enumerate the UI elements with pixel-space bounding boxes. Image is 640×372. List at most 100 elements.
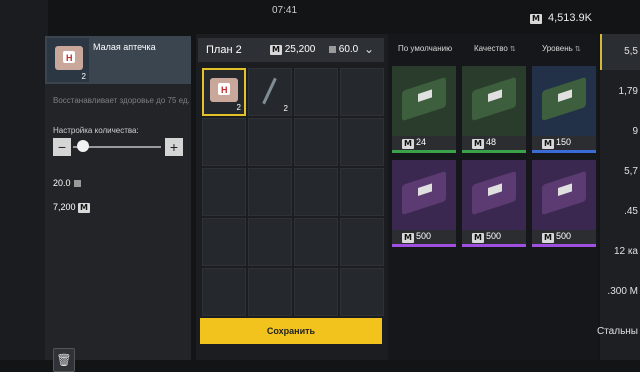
- sort-bar: По умолчанию Качество ⇅ Уровень ⇅: [388, 38, 598, 60]
- sort-quality-label: Качество: [474, 44, 508, 53]
- slot-count: 2: [236, 103, 241, 112]
- plan-slot[interactable]: [248, 168, 292, 216]
- save-button[interactable]: Сохранить: [200, 318, 382, 344]
- plan-slot[interactable]: [340, 268, 384, 316]
- shop-card[interactable]: M 500: [392, 160, 456, 247]
- card-art: [532, 66, 596, 136]
- sort-quality[interactable]: Качество ⇅: [474, 44, 516, 53]
- card-art: [392, 66, 456, 136]
- plan-slot[interactable]: 2: [248, 68, 292, 116]
- card-price: 500: [556, 231, 572, 241]
- shop-card[interactable]: M 150: [532, 66, 596, 153]
- m-coin-icon: M: [530, 14, 542, 24]
- ammo-box-icon: [402, 170, 446, 216]
- plan-slot[interactable]: [294, 68, 338, 116]
- plan-slot[interactable]: [248, 118, 292, 166]
- plan-price: M 25,200: [270, 44, 315, 55]
- card-art: [462, 160, 526, 230]
- sort-default[interactable]: По умолчанию: [398, 44, 452, 53]
- stat-value: 5,5: [624, 46, 638, 57]
- medkit-icon: H: [55, 46, 83, 70]
- plan-slot[interactable]: [294, 168, 338, 216]
- shop-card[interactable]: M 24: [392, 66, 456, 153]
- item-header: H 2 Малая аптечка: [45, 36, 191, 84]
- plan-name: План 2: [206, 44, 242, 56]
- top-bar: 07:41 M 4,513.9K: [0, 0, 640, 30]
- plan-slot[interactable]: [202, 218, 246, 266]
- stat-value: Стальны: [596, 326, 638, 337]
- quantity-slider-knob[interactable]: [77, 140, 90, 152]
- plan-weight: 60.0: [326, 44, 358, 55]
- plan-slot[interactable]: [340, 68, 384, 116]
- m-coin-icon: M: [270, 45, 282, 55]
- plan-selector[interactable]: План 2 M 25,200 60.0 ⌄: [198, 38, 384, 62]
- stat-value: .45: [624, 206, 638, 217]
- item-weight-value: 20.0: [53, 178, 71, 188]
- chevron-down-icon[interactable]: ⌄: [364, 42, 374, 56]
- clock: 07:41: [272, 5, 298, 16]
- m-coin-icon: M: [472, 233, 484, 243]
- item-price: 7,200 M: [53, 202, 91, 213]
- syringe-icon: [262, 77, 277, 105]
- sort-level[interactable]: Уровень ⇅: [542, 44, 581, 53]
- weight-icon: [73, 180, 81, 188]
- item-weight: 20.0: [53, 178, 81, 188]
- m-coin-icon: M: [542, 139, 554, 149]
- ammo-box-icon: [542, 76, 586, 122]
- currency-display: M 4,513.9K: [530, 12, 592, 24]
- stat-value: .300 M: [607, 286, 638, 297]
- plan-slot[interactable]: [202, 268, 246, 316]
- ammo-box-icon: [472, 76, 516, 122]
- card-art: [462, 66, 526, 136]
- slot-count: 2: [283, 104, 288, 113]
- shop-card[interactable]: M 48: [462, 66, 526, 153]
- plan-slot[interactable]: [202, 168, 246, 216]
- card-price: 48: [486, 137, 497, 147]
- plan-slot[interactable]: [340, 168, 384, 216]
- card-art: [532, 160, 596, 230]
- m-coin-icon: M: [542, 233, 554, 243]
- plan-slot[interactable]: [294, 218, 338, 266]
- plan-slot[interactable]: H2: [202, 68, 246, 116]
- quantity-label: Настройка количества:: [53, 126, 139, 135]
- trash-icon[interactable]: 🗑: [53, 348, 75, 372]
- sort-arrows-icon: ⇅: [574, 46, 581, 53]
- plan-panel: План 2 M 25,200 60.0 ⌄ H22 Сохранить: [196, 34, 388, 360]
- sort-arrows-icon: ⇅: [509, 46, 516, 53]
- m-coin-icon: M: [402, 233, 414, 243]
- stat-value: 5,7: [624, 166, 638, 177]
- m-coin-icon: M: [472, 139, 484, 149]
- plan-price-value: 25,200: [284, 44, 316, 55]
- decrease-quantity-button[interactable]: −: [53, 138, 71, 156]
- card-art: [392, 160, 456, 230]
- sort-level-label: Уровень: [542, 44, 573, 53]
- ammo-box-icon: [472, 170, 516, 216]
- shop-card[interactable]: M 500: [532, 160, 596, 247]
- item-description: Восстанавливает здоровье до 75 ед.: [53, 96, 190, 105]
- background-left-strip: [0, 0, 48, 360]
- plan-weight-value: 60.0: [338, 44, 359, 55]
- plan-slot[interactable]: [294, 268, 338, 316]
- plan-slot[interactable]: [248, 218, 292, 266]
- card-price: 150: [556, 137, 572, 147]
- weight-icon: [329, 45, 336, 53]
- plan-slot[interactable]: [340, 218, 384, 266]
- card-price: 24: [416, 137, 427, 147]
- item-count: 2: [81, 72, 86, 81]
- card-price: 500: [486, 231, 502, 241]
- increase-quantity-button[interactable]: +: [165, 138, 183, 156]
- item-thumbnail: H 2: [47, 38, 89, 82]
- plan-slot[interactable]: [294, 118, 338, 166]
- medkit-icon: H: [210, 78, 238, 102]
- stat-value: 12 ка: [613, 246, 638, 257]
- plan-slot[interactable]: [202, 118, 246, 166]
- card-price: 500: [416, 231, 432, 241]
- plan-slot[interactable]: [248, 268, 292, 316]
- shop-card[interactable]: M 500: [462, 160, 526, 247]
- item-name: Малая аптечка: [93, 42, 156, 52]
- ammo-box-icon: [542, 170, 586, 216]
- stat-value: 9: [632, 126, 638, 137]
- stats-column: 5,5 1,79 9 5,7 .45 12 ка .300 M Стальны: [596, 34, 640, 360]
- plan-slot[interactable]: [340, 118, 384, 166]
- item-detail-panel: H 2 Малая аптечка Восстанавливает здоров…: [45, 36, 191, 372]
